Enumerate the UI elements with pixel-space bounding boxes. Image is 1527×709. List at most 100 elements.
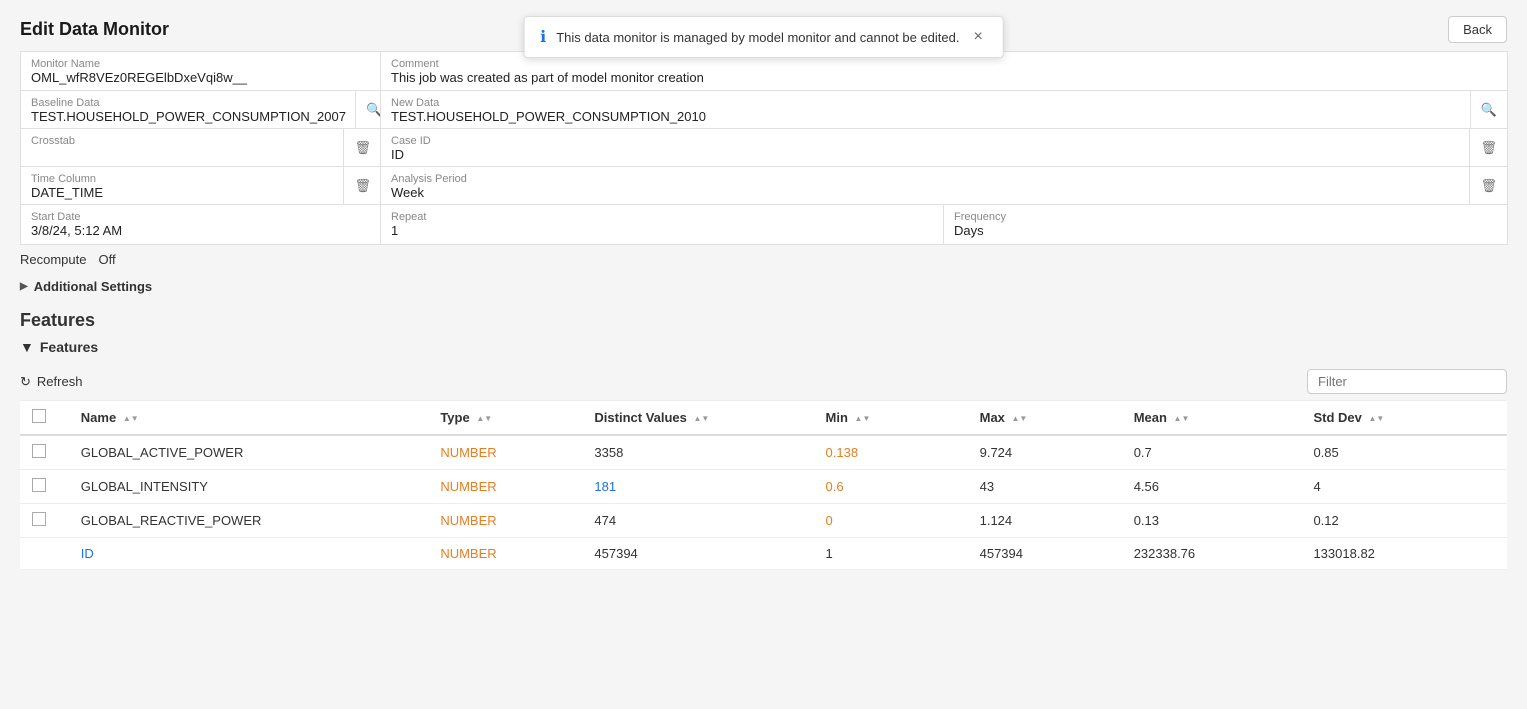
type-sort-icon[interactable]: ▲▼ (476, 416, 492, 422)
time-column-label: Time Column (31, 173, 334, 185)
back-button[interactable]: Back (1448, 16, 1507, 43)
column-header-distinct-values[interactable]: Distinct Values ▲▼ (582, 401, 813, 435)
comment-label: Comment (391, 58, 1497, 70)
refresh-button[interactable]: ↻ Refresh (20, 374, 82, 390)
time-column-value: DATE_TIME (31, 185, 334, 200)
crosstab-field-wrapper: Crosstab 🗑 (20, 128, 381, 168)
row-checkbox[interactable] (32, 478, 46, 492)
table-header-row: Name ▲▼ Type ▲▼ Distinct Values ▲▼ Min ▲… (20, 401, 1507, 435)
time-column-delete-button[interactable]: 🗑 (343, 167, 381, 205)
recompute-label: Recompute (20, 252, 86, 267)
stddev-sort-icon[interactable]: ▲▼ (1368, 416, 1384, 422)
max-sort-icon[interactable]: ▲▼ (1012, 416, 1028, 422)
features-title: Features (20, 310, 1507, 331)
time-column-field: Time Column DATE_TIME (21, 167, 344, 206)
start-date-label: Start Date (31, 211, 371, 223)
row-std-dev: 133018.82 (1301, 538, 1507, 570)
case-id-field: Case ID ID (381, 129, 1470, 168)
row-checkbox-cell[interactable] (20, 538, 69, 570)
row-type: NUMBER (428, 470, 582, 504)
refresh-icon: ↻ (20, 374, 31, 390)
crosstab-delete-button[interactable]: 🗑 (343, 129, 381, 167)
new-data-value: TEST.HOUSEHOLD_POWER_CONSUMPTION_2010 (391, 109, 1461, 124)
row-max: 9.724 (968, 435, 1122, 470)
case-id-value: ID (391, 147, 1460, 162)
name-sort-icon[interactable]: ▲▼ (123, 416, 139, 422)
column-header-type[interactable]: Type ▲▼ (428, 401, 582, 435)
repeat-field: Repeat 1 (380, 204, 944, 245)
baseline-data-value: TEST.HOUSEHOLD_POWER_CONSUMPTION_2007 (31, 109, 346, 124)
column-header-min[interactable]: Min ▲▼ (814, 401, 968, 435)
baseline-data-label: Baseline Data (31, 97, 346, 109)
toast-text: This data monitor is managed by model mo… (556, 30, 959, 45)
column-header-mean[interactable]: Mean ▲▼ (1122, 401, 1302, 435)
row-max: 43 (968, 470, 1122, 504)
row-type: NUMBER (428, 538, 582, 570)
recompute-row: Recompute Off (0, 244, 1527, 275)
features-expand-label: Features (40, 339, 98, 355)
info-icon: ℹ (540, 27, 546, 47)
mean-sort-icon[interactable]: ▲▼ (1174, 416, 1190, 422)
row-distinct-values: 181 (582, 470, 813, 504)
table-row: GLOBAL_INTENSITY NUMBER 181 0.6 43 4.56 … (20, 470, 1507, 504)
row-type: NUMBER (428, 435, 582, 470)
case-id-delete-button[interactable]: 🗑 (1469, 129, 1507, 167)
select-all-checkbox[interactable] (32, 409, 46, 423)
row-std-dev: 4 (1301, 470, 1507, 504)
row-checkbox-cell[interactable] (20, 504, 69, 538)
column-header-name[interactable]: Name ▲▼ (69, 401, 429, 435)
row-min: 0.6 (814, 470, 968, 504)
chevron-right-icon: ▶ (20, 281, 28, 292)
row-name: GLOBAL_ACTIVE_POWER (69, 435, 429, 470)
row-type: NUMBER (428, 504, 582, 538)
crosstab-field: Crosstab (21, 129, 344, 168)
chevron-down-icon: ▼ (20, 339, 34, 355)
analysis-period-delete-button[interactable]: 🗑 (1469, 167, 1507, 205)
repeat-value: 1 (391, 223, 934, 238)
additional-settings-section: ▶ Additional Settings (0, 275, 1527, 302)
page: Edit Data Monitor Back ℹ This data monit… (0, 0, 1527, 709)
form-row-2: Baseline Data TEST.HOUSEHOLD_POWER_CONSU… (20, 90, 1507, 129)
toast-close-button[interactable]: × (969, 28, 986, 46)
form-row-5: Start Date 3/8/24, 5:12 AM Repeat 1 Freq… (20, 204, 1507, 244)
time-column-field-wrapper: Time Column DATE_TIME 🗑 (20, 166, 381, 206)
row-checkbox[interactable] (32, 444, 46, 458)
recompute-value: Off (98, 252, 115, 267)
column-header-max[interactable]: Max ▲▼ (968, 401, 1122, 435)
table-row: GLOBAL_REACTIVE_POWER NUMBER 474 0 1.124… (20, 504, 1507, 538)
row-mean: 0.13 (1122, 504, 1302, 538)
features-expand-toggle[interactable]: ▼ Features (20, 339, 1507, 355)
baseline-data-field-wrapper: Baseline Data TEST.HOUSEHOLD_POWER_CONSU… (20, 90, 381, 130)
row-checkbox-cell[interactable] (20, 470, 69, 504)
monitor-name-label: Monitor Name (31, 58, 371, 70)
row-max: 457394 (968, 538, 1122, 570)
column-header-std-dev[interactable]: Std Dev ▲▼ (1301, 401, 1507, 435)
table-toolbar: ↻ Refresh (20, 363, 1507, 401)
analysis-period-value: Week (391, 185, 1460, 200)
new-data-label: New Data (391, 97, 1461, 109)
additional-settings-label: Additional Settings (34, 279, 152, 294)
new-data-search-button[interactable]: 🔍 (1470, 91, 1507, 129)
row-std-dev: 0.12 (1301, 504, 1507, 538)
select-all-header[interactable] (20, 401, 69, 435)
frequency-value: Days (954, 223, 1497, 238)
distinct-sort-icon[interactable]: ▲▼ (694, 416, 710, 422)
row-checkbox-cell[interactable] (20, 435, 69, 470)
page-title: Edit Data Monitor (20, 19, 169, 40)
row-mean: 0.7 (1122, 435, 1302, 470)
row-checkbox[interactable] (32, 512, 46, 526)
additional-settings-toggle[interactable]: ▶ Additional Settings (20, 279, 1507, 294)
start-date-value: 3/8/24, 5:12 AM (31, 223, 371, 238)
table-row: ID NUMBER 457394 1 457394 232338.76 1330… (20, 538, 1507, 570)
row-distinct-values: 457394 (582, 538, 813, 570)
repeat-label: Repeat (391, 211, 934, 223)
frequency-label: Frequency (954, 211, 1497, 223)
row-mean: 4.56 (1122, 470, 1302, 504)
row-min: 1 (814, 538, 968, 570)
filter-input[interactable] (1307, 369, 1507, 394)
row-std-dev: 0.85 (1301, 435, 1507, 470)
new-data-field: New Data TEST.HOUSEHOLD_POWER_CONSUMPTIO… (381, 91, 1471, 130)
analysis-period-field-wrapper: Analysis Period Week 🗑 (380, 166, 1508, 206)
comment-value: This job was created as part of model mo… (391, 70, 1497, 85)
min-sort-icon[interactable]: ▲▼ (855, 416, 871, 422)
